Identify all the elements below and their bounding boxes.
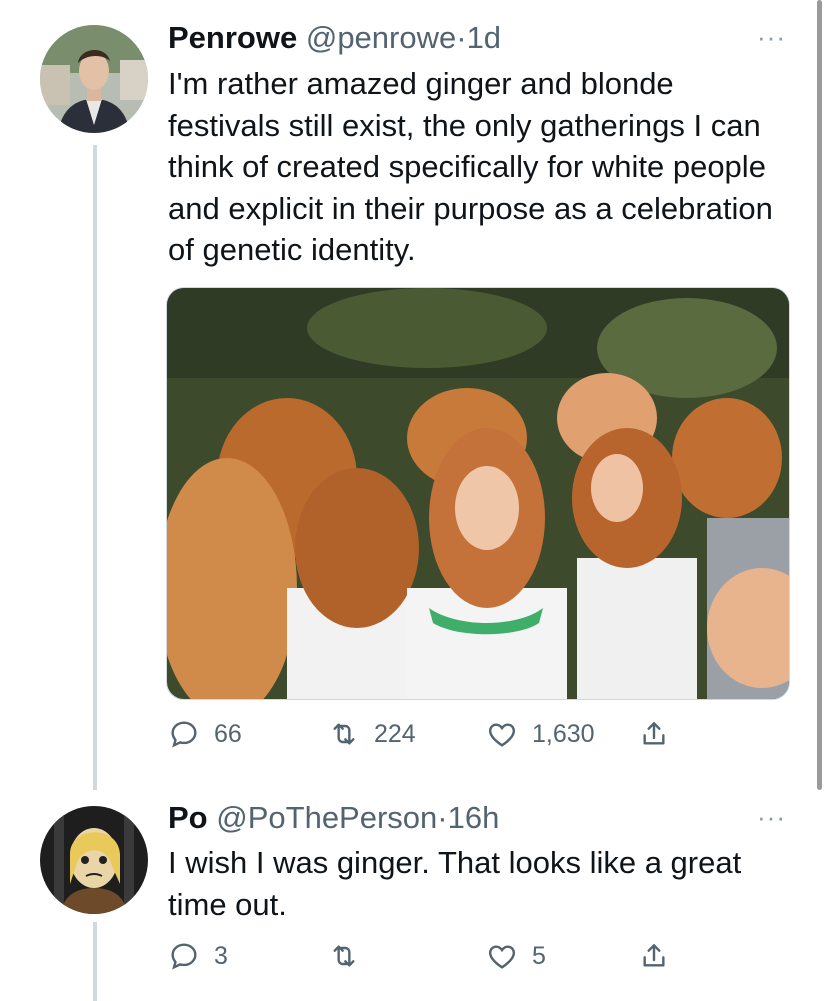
like-button[interactable]: 1,630 <box>486 718 595 750</box>
retweet-icon <box>333 945 355 967</box>
display-name[interactable]: Po <box>168 800 208 835</box>
tweet-text: I'm rather amazed ginger and blonde fest… <box>168 66 773 267</box>
share-button[interactable] <box>638 940 670 972</box>
timestamp[interactable]: 1d <box>467 20 501 55</box>
reply-button[interactable]: 66 <box>168 718 242 750</box>
tweet-text: I wish I was ginger. That looks like a g… <box>168 845 742 922</box>
retweet-count: 224 <box>374 719 416 748</box>
display-name[interactable]: Penrowe <box>168 20 297 55</box>
tweet-actions: 66 224 1,630 <box>168 718 788 758</box>
tweet-header: Po @PoThePerson·16h <box>168 800 499 836</box>
reply-button[interactable]: 3 <box>168 940 228 972</box>
thread-line <box>93 922 97 1001</box>
user-handle[interactable]: @PoThePerson <box>216 800 437 835</box>
retweet-button[interactable]: 224 <box>328 718 416 750</box>
reply-icon <box>171 721 197 748</box>
user-handle[interactable]: @penrowe <box>306 20 456 55</box>
reply-icon <box>171 943 197 970</box>
tweet-header: Penrowe @penrowe·1d <box>168 20 501 56</box>
share-button[interactable] <box>638 718 670 750</box>
separator: · <box>456 20 467 55</box>
avatar[interactable] <box>40 806 148 914</box>
tweet-actions: 3 5 <box>168 940 788 980</box>
like-button[interactable]: 5 <box>486 940 546 972</box>
like-count: 1,630 <box>532 719 595 748</box>
scrollbar[interactable] <box>817 0 822 790</box>
avatar[interactable] <box>40 25 148 133</box>
reply-count: 66 <box>214 719 242 748</box>
more-icon[interactable]: ··· <box>757 802 786 833</box>
retweet-icon <box>333 723 355 745</box>
like-icon <box>488 723 516 747</box>
more-icon[interactable]: ··· <box>757 22 786 53</box>
thread-line <box>93 145 97 790</box>
share-icon <box>643 944 665 967</box>
reply-count: 3 <box>214 941 228 970</box>
timestamp[interactable]: 16h <box>448 800 500 835</box>
like-count: 5 <box>532 941 546 970</box>
share-icon <box>643 722 665 745</box>
like-icon <box>488 945 516 969</box>
retweet-button[interactable] <box>328 940 374 972</box>
tweet-image[interactable] <box>166 287 790 700</box>
separator: · <box>437 800 448 835</box>
